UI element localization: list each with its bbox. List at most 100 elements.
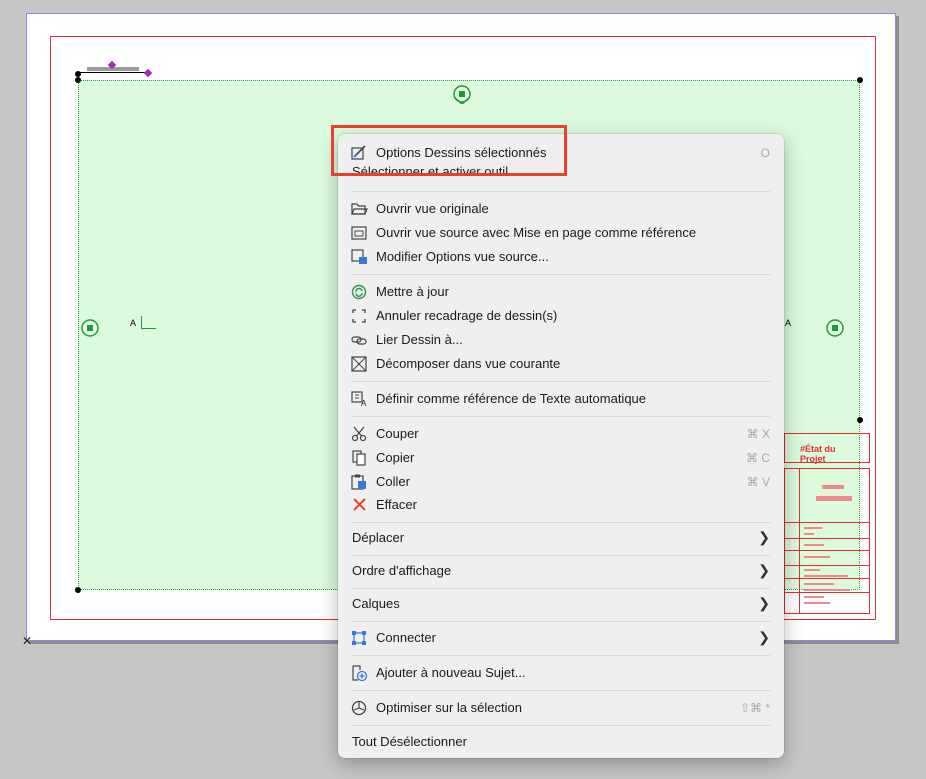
menu-item-edit-view-options[interactable]: Modifier Options vue source... <box>338 245 784 269</box>
menu-item-open-original-view[interactable]: Ouvrir vue originale <box>338 197 784 221</box>
menu-item-label: Tout Désélectionner <box>352 734 467 749</box>
menu-item-add-to-issue[interactable]: Ajouter à nouveau Sujet... <box>338 661 784 685</box>
titleblock-text <box>804 544 824 546</box>
add-issue-icon <box>352 665 368 681</box>
menu-item-update[interactable]: Mettre à jour <box>338 280 784 304</box>
scale-line <box>78 72 148 73</box>
section-label: A <box>130 318 137 328</box>
titleblock-logo <box>816 496 852 501</box>
delete-icon <box>353 498 366 511</box>
menu-item-layers[interactable]: Calques ❯ <box>338 592 784 616</box>
selection-handle[interactable] <box>857 77 863 83</box>
titleblock-text <box>804 527 822 529</box>
menu-item-explode[interactable]: Décomposer dans vue courante <box>338 352 784 376</box>
menu-item-label: Déplacer <box>352 530 405 545</box>
titleblock-divider <box>784 522 870 523</box>
explode-icon <box>351 356 367 372</box>
menu-item-display-order[interactable]: Ordre d'affichage ❯ <box>338 559 784 583</box>
menu-item-label: Optimiser sur la sélection <box>376 700 522 715</box>
zoom-selection-icon <box>351 700 367 716</box>
titleblock-text <box>804 602 830 604</box>
titleblock-text <box>804 575 848 577</box>
titleblock-text <box>804 596 824 598</box>
selection-handle[interactable] <box>75 587 81 593</box>
menu-item-label: Définir comme référence de Texte automat… <box>376 391 647 406</box>
selection-handle[interactable] <box>75 77 81 83</box>
menu-item-label: Ordre d'affichage <box>352 563 452 578</box>
menu-separator <box>352 621 770 622</box>
section-marker-icon[interactable] <box>825 318 845 338</box>
menu-item-label: Couper <box>376 426 419 441</box>
menu-separator <box>352 522 770 523</box>
angle-marker <box>141 316 156 329</box>
chevron-right-icon: ❯ <box>758 595 770 611</box>
titleblock-text <box>804 533 814 535</box>
menu-item-deselect-all[interactable]: Tout Désélectionner <box>338 730 784 754</box>
chevron-right-icon: ❯ <box>758 529 770 545</box>
svg-text:A: A <box>361 399 367 407</box>
crop-icon <box>352 309 366 323</box>
menu-item-label: Annuler recadrage de dessin(s) <box>376 308 558 323</box>
menu-item-copy[interactable]: Copier ⌘ C <box>338 446 784 470</box>
menu-separator <box>352 274 770 275</box>
menu-item-label: Coller <box>376 474 410 489</box>
menu-item-connect[interactable]: Connecter ❯ <box>338 626 784 650</box>
menu-item-zoom-to-selection[interactable]: Optimiser sur la sélection ⇧⌘ * <box>338 696 784 720</box>
menu-separator <box>352 655 770 656</box>
menu-separator <box>352 555 770 556</box>
menu-item-shortcut: ⇧⌘ * <box>739 701 770 715</box>
context-menu: Options Dessins sélectionnés O Sélection… <box>338 134 784 758</box>
open-folder-icon <box>351 203 368 215</box>
link-icon <box>351 336 367 345</box>
autotext-icon: A <box>351 391 367 407</box>
selection-handle[interactable] <box>857 417 863 423</box>
menu-item-label: Modifier Options vue source... <box>376 249 549 264</box>
menu-item-label: Copier <box>376 450 415 465</box>
titleblock-text <box>804 556 830 558</box>
paste-icon <box>351 474 366 490</box>
titleblock-text <box>804 589 850 591</box>
section-marker-icon[interactable] <box>80 318 100 338</box>
menu-item-open-source-view[interactable]: Ouvrir vue source avec Mise en page comm… <box>338 221 784 245</box>
menu-item-link-drawing[interactable]: Lier Dessin à... <box>338 328 784 352</box>
menu-item-label: Décomposer dans vue courante <box>376 356 561 371</box>
connect-icon <box>352 631 366 645</box>
menu-separator <box>352 690 770 691</box>
menu-item-label: Ouvrir vue source avec Mise en page comm… <box>376 225 697 240</box>
menu-item-cut[interactable]: Couper ⌘ X <box>338 422 784 446</box>
titleblock-text <box>804 583 834 585</box>
highlight-box <box>331 125 567 176</box>
titleblock-divider <box>784 538 870 539</box>
origin-cross-icon: ✕ <box>22 634 33 648</box>
menu-item-autotext-reference[interactable]: A Définir comme référence de Texte autom… <box>338 387 784 411</box>
menu-item-label: Effacer <box>376 497 417 512</box>
menu-item-paste[interactable]: Coller ⌘ V <box>338 470 784 494</box>
copy-icon <box>352 450 366 466</box>
update-icon <box>351 284 367 300</box>
menu-item-label: Lier Dessin à... <box>376 332 463 347</box>
menu-item-move[interactable]: Déplacer ❯ <box>338 526 784 550</box>
menu-separator <box>352 381 770 382</box>
titleblock-divider <box>784 550 870 551</box>
menu-item-shortcut: ⌘ C <box>746 451 770 465</box>
menu-item-shortcut: O <box>760 146 770 160</box>
menu-item-label: Calques <box>352 596 400 611</box>
view-source-icon <box>351 226 367 240</box>
scissors-icon <box>351 426 367 442</box>
menu-item-shortcut: ⌘ X <box>746 427 770 441</box>
menu-item-label: Connecter <box>376 630 436 645</box>
titleblock-logo <box>822 485 844 489</box>
menu-separator <box>352 725 770 726</box>
menu-item-delete[interactable]: Effacer <box>338 493 784 517</box>
section-label: A <box>785 318 792 328</box>
menu-item-undo-crop[interactable]: Annuler recadrage de dessin(s) <box>338 304 784 328</box>
section-marker-icon[interactable] <box>452 84 472 104</box>
menu-item-label: Ouvrir vue originale <box>376 201 489 216</box>
titleblock-text <box>804 569 820 571</box>
titleblock-divider <box>784 592 870 593</box>
menu-item-shortcut: ⌘ V <box>746 475 770 489</box>
edit-view-options-icon <box>351 249 367 264</box>
titleblock-state: #État du Projet <box>800 444 836 464</box>
menu-separator <box>352 191 770 192</box>
chevron-right-icon: ❯ <box>758 562 770 578</box>
